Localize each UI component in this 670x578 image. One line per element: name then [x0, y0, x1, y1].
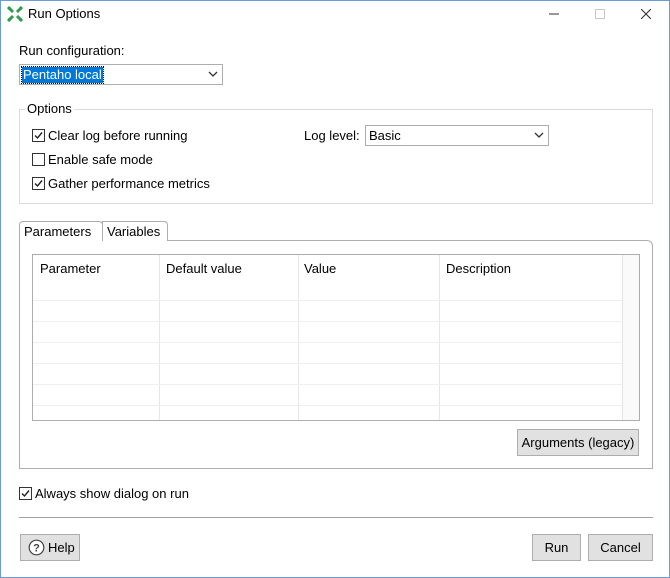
tab-variables[interactable]: Variables	[102, 221, 168, 241]
minimize-button[interactable]	[531, 1, 577, 27]
run-button[interactable]: Run	[532, 534, 581, 561]
log-level-label: Log level:	[304, 128, 360, 143]
checkmark-icon	[34, 132, 43, 140]
parameters-table[interactable]: Parameter Default value Value Descriptio…	[32, 254, 640, 421]
help-button[interactable]: ? Help	[20, 534, 80, 561]
clear-log-checkbox[interactable]	[32, 129, 45, 142]
cancel-button[interactable]: Cancel	[588, 534, 653, 561]
table-row	[33, 363, 623, 364]
help-icon: ?	[28, 539, 45, 556]
column-header-parameter[interactable]: Parameter	[40, 261, 101, 276]
title-bar: Run Options	[1, 1, 669, 27]
run-configuration-label: Run configuration:	[19, 43, 125, 58]
window-title: Run Options	[28, 6, 101, 21]
run-configuration-select[interactable]: Pentaho local	[19, 64, 223, 85]
log-level-select[interactable]: Basic	[365, 125, 549, 146]
column-header-default-value[interactable]: Default value	[166, 261, 242, 276]
table-row	[33, 405, 623, 406]
clear-log-label: Clear log before running	[48, 128, 188, 143]
maximize-button[interactable]	[577, 1, 623, 27]
gather-metrics-label: Gather performance metrics	[48, 176, 210, 191]
spoon-app-icon	[7, 6, 23, 22]
svg-text:?: ?	[33, 543, 40, 555]
maximize-icon	[595, 9, 605, 19]
run-configuration-value: Pentaho local	[21, 66, 104, 84]
column-header-value[interactable]: Value	[304, 261, 336, 276]
vertical-scrollbar[interactable]	[622, 255, 639, 420]
column-divider	[439, 255, 440, 420]
table-row	[33, 321, 623, 322]
always-show-checkbox[interactable]	[19, 487, 32, 500]
log-level-value: Basic	[369, 128, 401, 143]
close-icon	[641, 9, 651, 19]
table-row	[33, 300, 623, 301]
footer-separator	[19, 517, 653, 518]
table-row	[33, 342, 623, 343]
table-row	[33, 384, 623, 385]
safe-mode-label: Enable safe mode	[48, 152, 153, 167]
minimize-icon	[549, 13, 559, 15]
checkmark-icon	[34, 180, 43, 188]
chevron-down-icon	[208, 71, 218, 77]
column-header-description[interactable]: Description	[446, 261, 511, 276]
column-divider	[159, 255, 160, 420]
help-button-label: Help	[48, 540, 75, 555]
chevron-down-icon	[534, 132, 544, 138]
column-divider	[298, 255, 299, 420]
run-options-dialog: Run Options Run configuration: Pentaho l…	[0, 0, 670, 578]
tab-parameters[interactable]: Parameters	[19, 221, 103, 241]
checkmark-icon	[21, 490, 30, 498]
close-button[interactable]	[623, 1, 669, 27]
safe-mode-checkbox[interactable]	[32, 153, 45, 166]
always-show-label: Always show dialog on run	[35, 486, 189, 501]
options-legend: Options	[25, 101, 74, 116]
gather-metrics-checkbox[interactable]	[32, 177, 45, 190]
arguments-legacy-button[interactable]: Arguments (legacy)	[517, 429, 639, 456]
